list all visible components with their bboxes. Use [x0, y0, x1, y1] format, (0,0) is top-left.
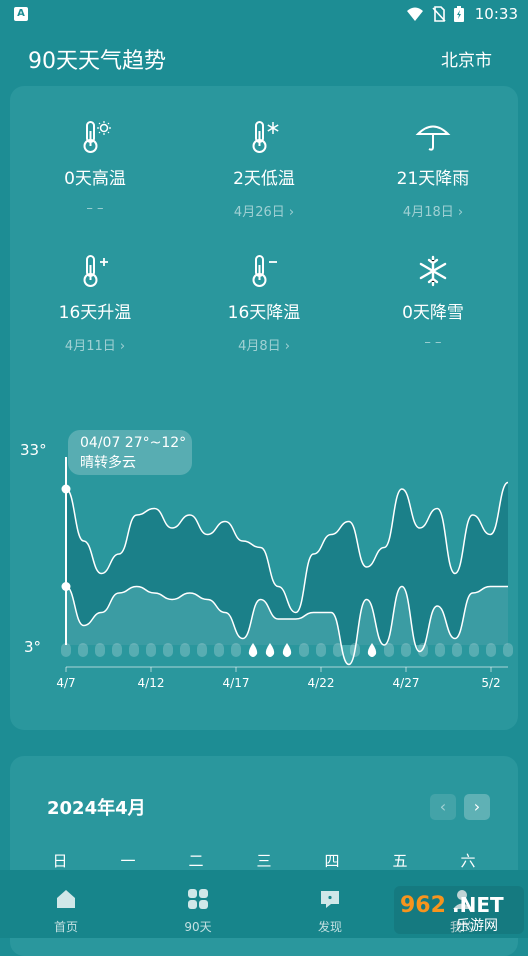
- tooltip-weather: 晴转多云: [80, 454, 136, 471]
- y-axis-min-label: 3°: [24, 638, 41, 656]
- weekday-tue: 二: [188, 852, 204, 870]
- rain-drop-icon: [367, 643, 377, 657]
- day-weather-pill: [112, 643, 122, 657]
- x-tick-label: 4/22: [308, 676, 335, 690]
- y-axis-max-label: 33°: [20, 441, 47, 459]
- rain-drop-icon: [282, 643, 292, 657]
- x-tick-label: 4/12: [138, 676, 165, 690]
- day-weather-pill: [384, 643, 394, 657]
- message-icon: [321, 891, 339, 908]
- day-weather-pill: [61, 643, 71, 657]
- selected-high-point: [61, 484, 71, 494]
- watermark-site-name: 乐游网: [456, 918, 498, 934]
- chevron-right-icon: ›: [473, 797, 481, 816]
- tab-90days[interactable]: 90天: [132, 870, 264, 938]
- day-weather-pill: [350, 643, 360, 657]
- tab-home[interactable]: 首页: [0, 870, 132, 938]
- weekday-sat: 六: [460, 852, 476, 870]
- temperature-trend-chart[interactable]: 33° 3° 4/7 4/12 4/17 4/22 4/27 5/2 04/07 27°~…: [0, 0, 528, 740]
- x-tick-label: 4/27: [393, 676, 420, 690]
- grid-icon: [188, 889, 208, 909]
- chevron-left-icon: ‹: [439, 797, 447, 816]
- day-weather-pill: [469, 643, 479, 657]
- next-month-button[interactable]: ›: [464, 794, 490, 820]
- tab-label: 发现: [317, 920, 342, 934]
- day-weather-pill: [452, 643, 462, 657]
- watermark-logo: 962 .NET 乐游网: [394, 886, 524, 934]
- weekday-sun: 日: [52, 852, 68, 870]
- day-weather-pill: [503, 643, 513, 657]
- day-weather-pill: [231, 643, 241, 657]
- day-weather-pill: [129, 643, 139, 657]
- tab-discover[interactable]: 发现: [264, 870, 396, 938]
- day-weather-pill: [95, 643, 105, 657]
- day-weather-pill: [418, 643, 428, 657]
- weekday-thu: 四: [324, 852, 340, 870]
- rain-drop-icon: [248, 643, 258, 657]
- tab-label: 首页: [53, 920, 78, 934]
- chart-plot-area: 4/7 4/12 4/17 4/22 4/27 5/2: [56, 457, 513, 690]
- home-icon: [57, 890, 75, 908]
- watermark-domain: .NET: [452, 893, 504, 917]
- day-weather-pill: [197, 643, 207, 657]
- tooltip: 04/07 27°~12° 晴转多云: [68, 430, 192, 475]
- tab-label: 90天: [184, 920, 212, 934]
- day-weather-pill: [486, 643, 496, 657]
- weekday-wed: 三: [256, 852, 272, 870]
- day-weather-pill: [146, 643, 156, 657]
- day-weather-pill: [401, 643, 411, 657]
- selected-low-point: [61, 582, 71, 591]
- day-weather-pill: [163, 643, 173, 657]
- weekday-mon: 一: [120, 852, 136, 870]
- day-weather-pill: [333, 643, 343, 657]
- day-weather-pill: [214, 643, 224, 657]
- day-weather-pill: [316, 643, 326, 657]
- rain-drop-icon: [265, 643, 275, 657]
- prev-month-button[interactable]: ‹: [430, 794, 456, 820]
- weekday-fri: 五: [392, 852, 408, 870]
- calendar-month-title: 2024年4月: [47, 798, 146, 819]
- x-tick-label: 5/2: [481, 676, 500, 690]
- watermark-number: 962: [400, 893, 446, 918]
- tooltip-date-temp: 04/07 27°~12°: [80, 435, 186, 451]
- day-weather-pill: [435, 643, 445, 657]
- day-weather-pill: [78, 643, 88, 657]
- x-tick-label: 4/7: [56, 676, 75, 690]
- day-weather-pill: [299, 643, 309, 657]
- day-weather-pill: [180, 643, 190, 657]
- x-tick-label: 4/17: [223, 676, 250, 690]
